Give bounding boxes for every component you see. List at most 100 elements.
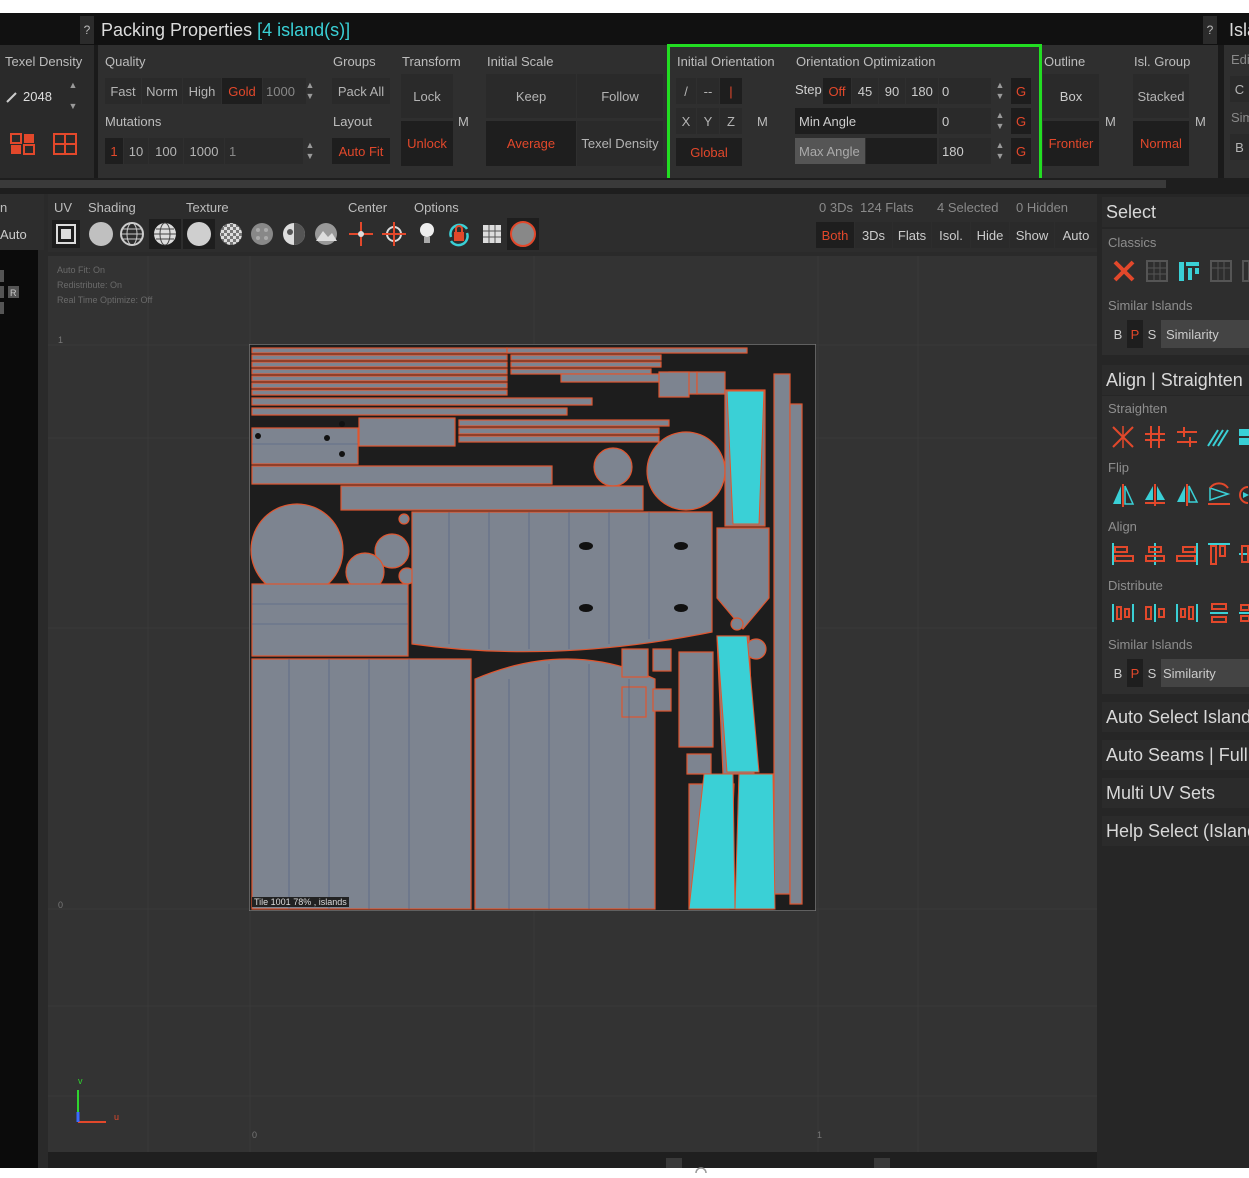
mutations-10[interactable]: 10 [124,138,148,164]
box-button[interactable]: Box [1043,74,1099,118]
align-more-icon[interactable] [1238,543,1249,565]
distribute-h3-icon[interactable] [1174,600,1200,626]
bottom-scroll-left[interactable] [666,1158,682,1168]
quality-fast[interactable]: Fast [105,78,141,104]
select-header[interactable]: Select [1102,197,1249,227]
frame-icon[interactable] [52,220,80,248]
filter-isol[interactable]: Isol. [932,222,970,248]
eyedropper-icon[interactable] [6,90,18,103]
transform-m[interactable]: M [458,114,469,129]
align-left-icon[interactable] [1110,541,1136,567]
similarity-button[interactable]: Similarity [1161,320,1249,348]
normal-button[interactable]: Normal [1133,121,1189,166]
far-right-c[interactable]: C [1230,76,1249,102]
filter-hide[interactable]: Hide [971,222,1009,248]
straighten-vertical-icon[interactable] [1142,424,1168,450]
texture-dots-icon[interactable] [249,221,275,247]
shading-flat-icon[interactable] [89,222,113,246]
distribute-h2-icon[interactable] [1142,600,1168,626]
similarity-button-2[interactable]: Similarity [1161,659,1249,687]
mutations-value[interactable]: 1 [225,138,303,164]
mutations-1[interactable]: 1 [105,138,123,164]
auto-seams-header[interactable]: Auto Seams | Full [1102,740,1249,770]
quality-up[interactable]: ▲ [305,80,315,90]
properties-scroll-thumb[interactable] [0,180,1166,188]
quality-norm[interactable]: Norm [142,78,182,104]
texel-density-button[interactable]: Texel Density [577,121,663,166]
title-help-left[interactable]: ? [80,16,94,44]
filter-flats[interactable]: Flats [893,222,931,248]
texel-value[interactable]: 2048 [23,89,52,104]
outline-m[interactable]: M [1105,114,1116,129]
flip-mirror-icon[interactable] [1174,482,1200,508]
lock-button[interactable]: Lock [401,74,453,118]
title-help-right[interactable]: ? [1203,16,1217,44]
align-straighten-header[interactable]: Align | Straighten | [1102,365,1249,395]
quality-down[interactable]: ▼ [305,91,315,101]
straighten-more-icon[interactable] [1238,426,1249,448]
average-button[interactable]: Average [486,121,576,166]
frontier-button[interactable]: Frontier [1043,121,1099,166]
isl-group-m[interactable]: M [1195,114,1206,129]
similar-p[interactable]: P [1127,320,1143,348]
help-select-header[interactable]: Help Select (Island [1102,816,1249,846]
quality-value[interactable]: 1000 [263,78,306,104]
filter-auto[interactable]: Auto [1055,222,1097,248]
uv-tile[interactable] [248,343,817,912]
align-center-icon[interactable] [1142,541,1168,567]
auto-fit-button[interactable]: Auto Fit [332,138,390,164]
similar-s[interactable]: S [1144,320,1160,348]
flip-vertical-icon[interactable] [1142,482,1168,508]
straighten-horizontal-icon[interactable] [1174,424,1200,450]
filter-3ds[interactable]: 3Ds [855,222,892,248]
distribute-v-icon[interactable] [1206,600,1232,626]
lock-sync-icon[interactable] [445,219,473,249]
center-move-icon[interactable] [347,220,375,248]
shading-wire-icon[interactable] [119,221,145,247]
filter-show[interactable]: Show [1010,222,1054,248]
mutations-100[interactable]: 100 [149,138,183,164]
follow-button[interactable]: Follow [577,74,663,118]
select-grid-icon[interactable] [1209,259,1233,283]
unlock-button[interactable]: Unlock [401,121,453,166]
far-right-b[interactable]: B [1230,134,1249,160]
bottom-scroll-right[interactable] [874,1158,890,1168]
texture-custom-icon[interactable] [281,221,307,247]
background-color-icon[interactable] [507,218,539,250]
distribute-h1-icon[interactable] [1110,600,1136,626]
pack-icon[interactable] [10,133,38,155]
similar2-s[interactable]: S [1144,659,1160,687]
quality-high[interactable]: High [183,78,221,104]
flip-horizontal-icon[interactable] [1110,482,1136,508]
similar-b[interactable]: B [1110,320,1126,348]
similar2-b[interactable]: B [1110,659,1126,687]
left-auto-label[interactable]: Auto [0,227,27,242]
mutations-down[interactable]: ▼ [305,151,315,161]
left-mini-buttons[interactable]: R [0,270,20,316]
flip-more-icon[interactable] [1238,484,1249,506]
align-right-icon[interactable] [1174,541,1200,567]
texture-none-icon[interactable] [183,219,215,249]
bottom-search-icon[interactable] [694,1160,708,1178]
mutations-1000[interactable]: 1000 [184,138,224,164]
texture-checker-icon[interactable] [218,221,244,247]
select-more-icon[interactable] [1241,259,1249,283]
mutations-up[interactable]: ▲ [305,140,315,150]
stacked-button[interactable]: Stacked [1133,74,1189,118]
similar2-p[interactable]: P [1127,659,1143,687]
select-all-icon[interactable] [1145,259,1169,283]
straighten-cross-icon[interactable] [1110,424,1136,450]
auto-select-header[interactable]: Auto Select Island [1102,702,1249,732]
multi-uv-header[interactable]: Multi UV Sets [1102,778,1249,808]
deselect-icon[interactable] [1112,259,1136,283]
filter-both[interactable]: Both [816,222,854,248]
quality-gold[interactable]: Gold [222,78,262,104]
texel-up-arrow[interactable]: ▲ [68,80,78,90]
pack-grid-icon[interactable] [53,133,79,155]
keep-button[interactable]: Keep [486,74,576,118]
center-target-icon[interactable] [380,220,408,248]
grid-icon[interactable] [478,220,506,248]
straighten-diagonal-icon[interactable] [1206,424,1232,450]
texel-down-arrow[interactable]: ▼ [68,101,78,111]
texture-image-icon[interactable] [313,221,339,247]
